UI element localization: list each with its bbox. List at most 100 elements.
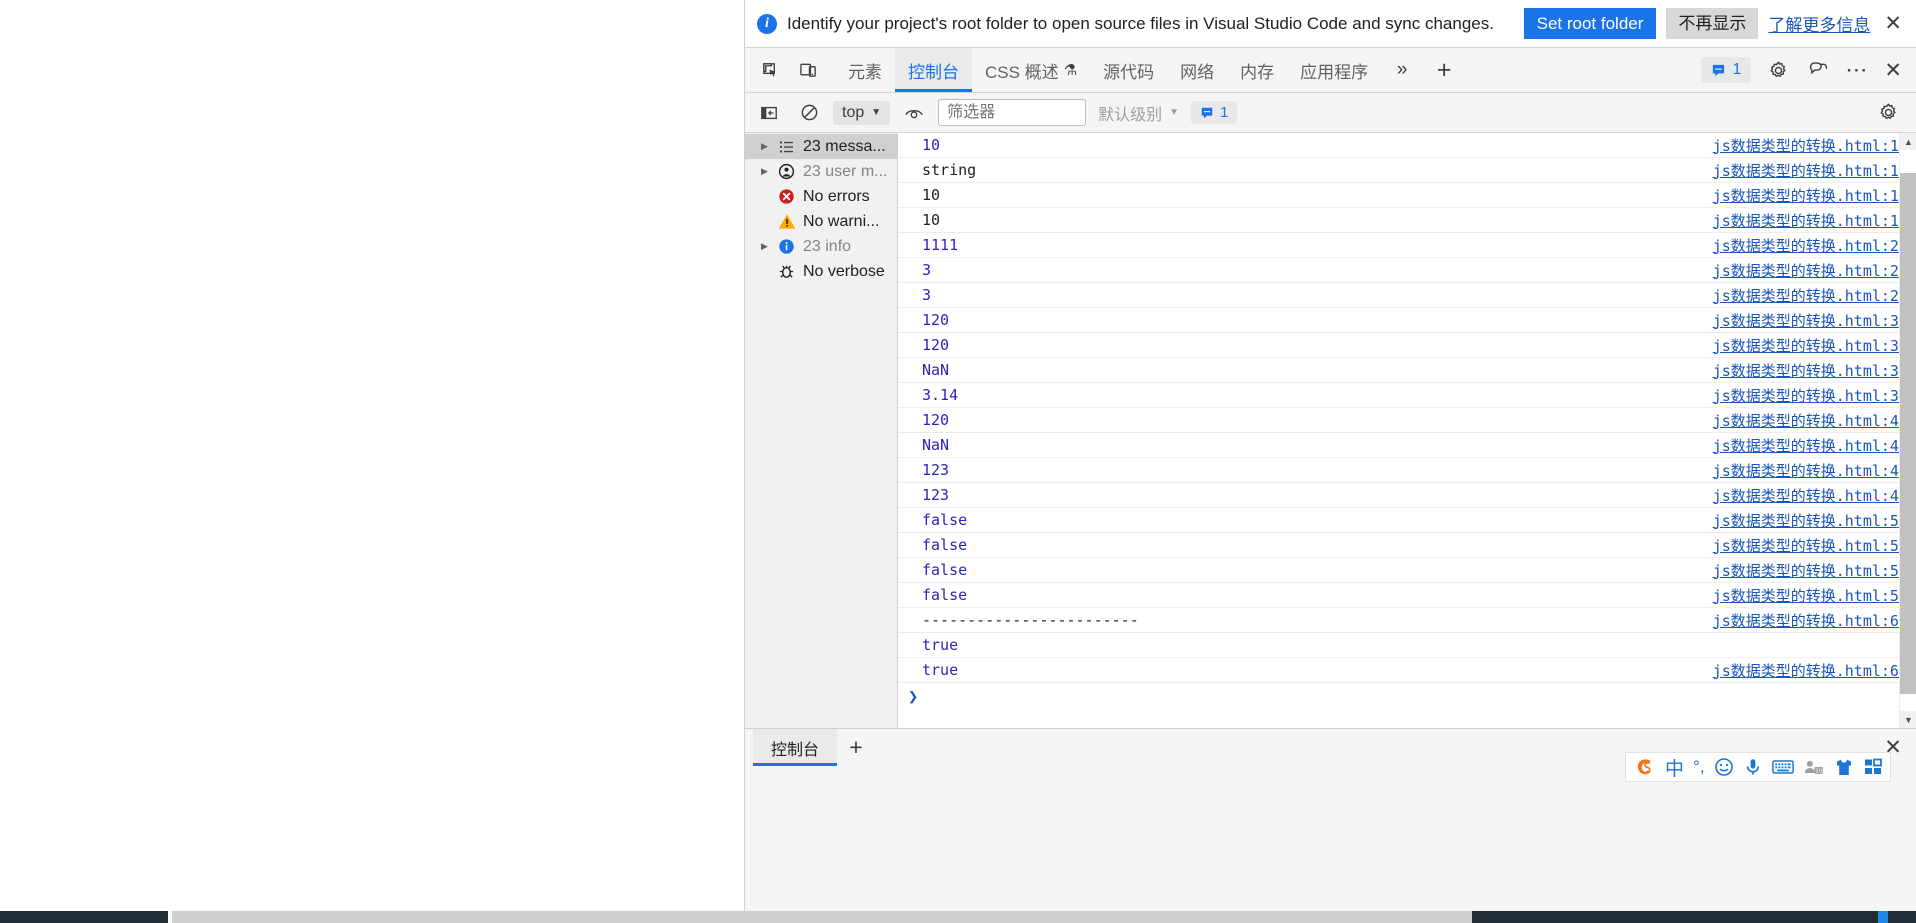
close-devtools-icon[interactable]: ✕ bbox=[1876, 58, 1910, 83]
console-message-source-link[interactable]: js数据类型的转换.html:28 bbox=[1713, 285, 1908, 306]
console-message-value: 10 bbox=[922, 186, 941, 204]
scroll-down-icon[interactable]: ▼ bbox=[1900, 711, 1916, 728]
vscode-notification-bar: i Identify your project's root folder to… bbox=[745, 0, 1916, 48]
tab-application[interactable]: 应用程序 bbox=[1287, 48, 1381, 92]
user-panel-icon[interactable]: 20 bbox=[1803, 758, 1825, 777]
console-message-source-link[interactable]: js数据类型的转换.html:40 bbox=[1713, 410, 1908, 431]
device-toolbar-icon[interactable] bbox=[789, 48, 827, 92]
console-message-source-link[interactable]: js数据类型的转换.html:19 bbox=[1713, 210, 1908, 231]
sidebar-item-user-messages[interactable]: ▶ 23 user m... bbox=[745, 159, 897, 184]
log-level-selector[interactable]: 默认级别 ▼ bbox=[1094, 101, 1183, 125]
feedback-icon[interactable] bbox=[1799, 60, 1837, 81]
list-icon bbox=[776, 139, 797, 155]
learn-more-link[interactable]: 了解更多信息 bbox=[1768, 11, 1870, 36]
expand-arrow-icon[interactable]: ▶ bbox=[759, 241, 770, 252]
sidebar-item-verbose[interactable]: ▶ No verbose bbox=[745, 259, 897, 284]
gear-icon[interactable] bbox=[1759, 60, 1797, 81]
console-message-source-link[interactable]: js数据类型的转换.html:53 bbox=[1713, 510, 1908, 531]
dont-show-again-button[interactable]: 不再显示 bbox=[1666, 8, 1759, 39]
console-message-source-link[interactable]: js数据类型的转换.html:13 bbox=[1713, 160, 1908, 181]
microphone-icon[interactable] bbox=[1743, 757, 1763, 777]
error-icon bbox=[776, 188, 797, 205]
taskbar-accent bbox=[1878, 911, 1888, 923]
skin-icon[interactable] bbox=[1834, 757, 1854, 777]
scrollbar-thumb[interactable] bbox=[1900, 173, 1916, 694]
console-message-source-link[interactable]: js数据类型的转换.html:12 bbox=[1713, 135, 1908, 156]
filter-input[interactable] bbox=[938, 99, 1087, 126]
set-root-folder-button[interactable]: Set root folder bbox=[1523, 8, 1657, 39]
prompt-chevron-icon: ❯ bbox=[908, 687, 919, 707]
console-message-source-link[interactable]: js数据类型的转换.html:16 bbox=[1713, 185, 1908, 206]
console-message-row: 3 js数据类型的转换.html:26 bbox=[898, 258, 1916, 283]
live-expression-icon[interactable] bbox=[898, 100, 930, 126]
tab-memory[interactable]: 内存 bbox=[1227, 48, 1287, 92]
issues-counter-small[interactable]: 1 bbox=[1191, 101, 1238, 124]
toolbox-icon[interactable] bbox=[1863, 757, 1883, 777]
sidebar-item-all-messages[interactable]: ▶ 23 messa... bbox=[745, 134, 897, 159]
add-tab-button[interactable]: + bbox=[1423, 48, 1465, 92]
sogou-logo-icon[interactable] bbox=[1633, 756, 1656, 779]
show-console-sidebar-icon[interactable] bbox=[753, 100, 785, 126]
input-mode-chinese[interactable]: 中 bbox=[1665, 754, 1684, 781]
more-tabs-icon[interactable]: » bbox=[1381, 48, 1423, 92]
expand-arrow-icon[interactable]: ▶ bbox=[759, 141, 770, 152]
chevron-double-right-icon: » bbox=[1396, 59, 1408, 80]
notification-message: Identify your project's root folder to o… bbox=[787, 13, 1494, 33]
console-settings-icon[interactable] bbox=[1872, 100, 1904, 126]
plus-icon: + bbox=[849, 734, 863, 760]
console-message-source-link[interactable]: js数据类型的转换.html:26 bbox=[1713, 260, 1908, 281]
tab-label: CSS 概述 bbox=[985, 62, 1059, 82]
sidebar-item-info[interactable]: ▶ 23 info bbox=[745, 234, 897, 259]
console-message-source-link[interactable]: js数据类型的转换.html:48 bbox=[1713, 485, 1908, 506]
punctuation-mode-icon[interactable]: °, bbox=[1693, 757, 1705, 777]
tab-label: 元素 bbox=[848, 62, 882, 82]
console-message-source-link[interactable]: js数据类型的转换.html:24 bbox=[1713, 235, 1908, 256]
issues-counter-button[interactable]: 1 bbox=[1701, 57, 1752, 83]
emoji-icon[interactable] bbox=[1714, 757, 1734, 777]
close-icon[interactable]: ✕ bbox=[1880, 13, 1906, 34]
drawer-add-tab-button[interactable]: + bbox=[837, 729, 875, 766]
drawer-tab-console[interactable]: 控制台 bbox=[753, 729, 838, 766]
console-message-value: 123 bbox=[922, 461, 950, 479]
console-message-source-link[interactable]: js数据类型的转换.html:57 bbox=[1713, 560, 1908, 581]
console-message-source-link[interactable]: js数据类型的转换.html:34 bbox=[1713, 360, 1908, 381]
tab-css-overview[interactable]: CSS 概述 ⚗ bbox=[972, 48, 1090, 92]
inspect-element-icon[interactable] bbox=[751, 48, 789, 92]
tab-elements[interactable]: 元素 bbox=[835, 48, 895, 92]
console-message-source-link[interactable]: js数据类型的转换.html:55 bbox=[1713, 535, 1908, 556]
sidebar-item-label: No warni... bbox=[803, 212, 880, 230]
console-message-value: 120 bbox=[922, 336, 950, 354]
tab-sources[interactable]: 源代码 bbox=[1090, 48, 1167, 92]
execution-context-selector[interactable]: top ▼ bbox=[833, 100, 891, 125]
more-options-icon[interactable]: ⋯ bbox=[1839, 57, 1874, 83]
plus-icon: + bbox=[1436, 55, 1452, 84]
scroll-up-icon[interactable]: ▲ bbox=[1900, 133, 1916, 150]
console-message-row: ------------------------ js数据类型的转换.html:6… bbox=[898, 608, 1916, 633]
console-message-source-link[interactable]: js数据类型的转换.html:38 bbox=[1713, 385, 1908, 406]
console-message-value: 120 bbox=[922, 311, 950, 329]
console-message-source-link[interactable]: js数据类型的转换.html:30 bbox=[1713, 310, 1908, 331]
clear-console-icon[interactable] bbox=[793, 100, 825, 126]
sidebar-item-warnings[interactable]: ▶ No warni... bbox=[745, 209, 897, 234]
tab-console[interactable]: 控制台 bbox=[895, 48, 972, 92]
console-prompt[interactable]: ❯ bbox=[898, 683, 1916, 711]
level-label: 默认级别 bbox=[1098, 106, 1163, 124]
issues-count: 1 bbox=[1220, 104, 1229, 121]
console-message-source-link[interactable]: js数据类型的转换.html:65 bbox=[1713, 660, 1908, 681]
console-message-source-link[interactable]: js数据类型的转换.html:42 bbox=[1713, 435, 1908, 456]
console-message-source-link[interactable]: js数据类型的转换.html:32 bbox=[1713, 335, 1908, 356]
tab-network[interactable]: 网络 bbox=[1167, 48, 1227, 92]
console-message-row: 3 js数据类型的转换.html:28 bbox=[898, 283, 1916, 308]
taskbar-left bbox=[0, 911, 168, 923]
expand-arrow-icon[interactable]: ▶ bbox=[759, 166, 770, 177]
sidebar-item-label: 23 user m... bbox=[803, 162, 888, 180]
sidebar-item-errors[interactable]: ▶ No errors bbox=[745, 184, 897, 209]
console-message-source-link[interactable]: js数据类型的转换.html:61 bbox=[1713, 610, 1908, 631]
console-message-source-link[interactable]: js数据类型的转换.html:59 bbox=[1713, 585, 1908, 606]
console-message-source-link[interactable]: js数据类型的转换.html:46 bbox=[1713, 460, 1908, 481]
console-message-row: 3.14 js数据类型的转换.html:38 bbox=[898, 383, 1916, 408]
console-scrollbar[interactable]: ▲ ▼ bbox=[1899, 133, 1916, 728]
soft-keyboard-icon[interactable] bbox=[1771, 758, 1794, 776]
console-message-row: 123 js数据类型的转换.html:48 bbox=[898, 483, 1916, 508]
message-bubble-icon bbox=[1713, 64, 1725, 76]
